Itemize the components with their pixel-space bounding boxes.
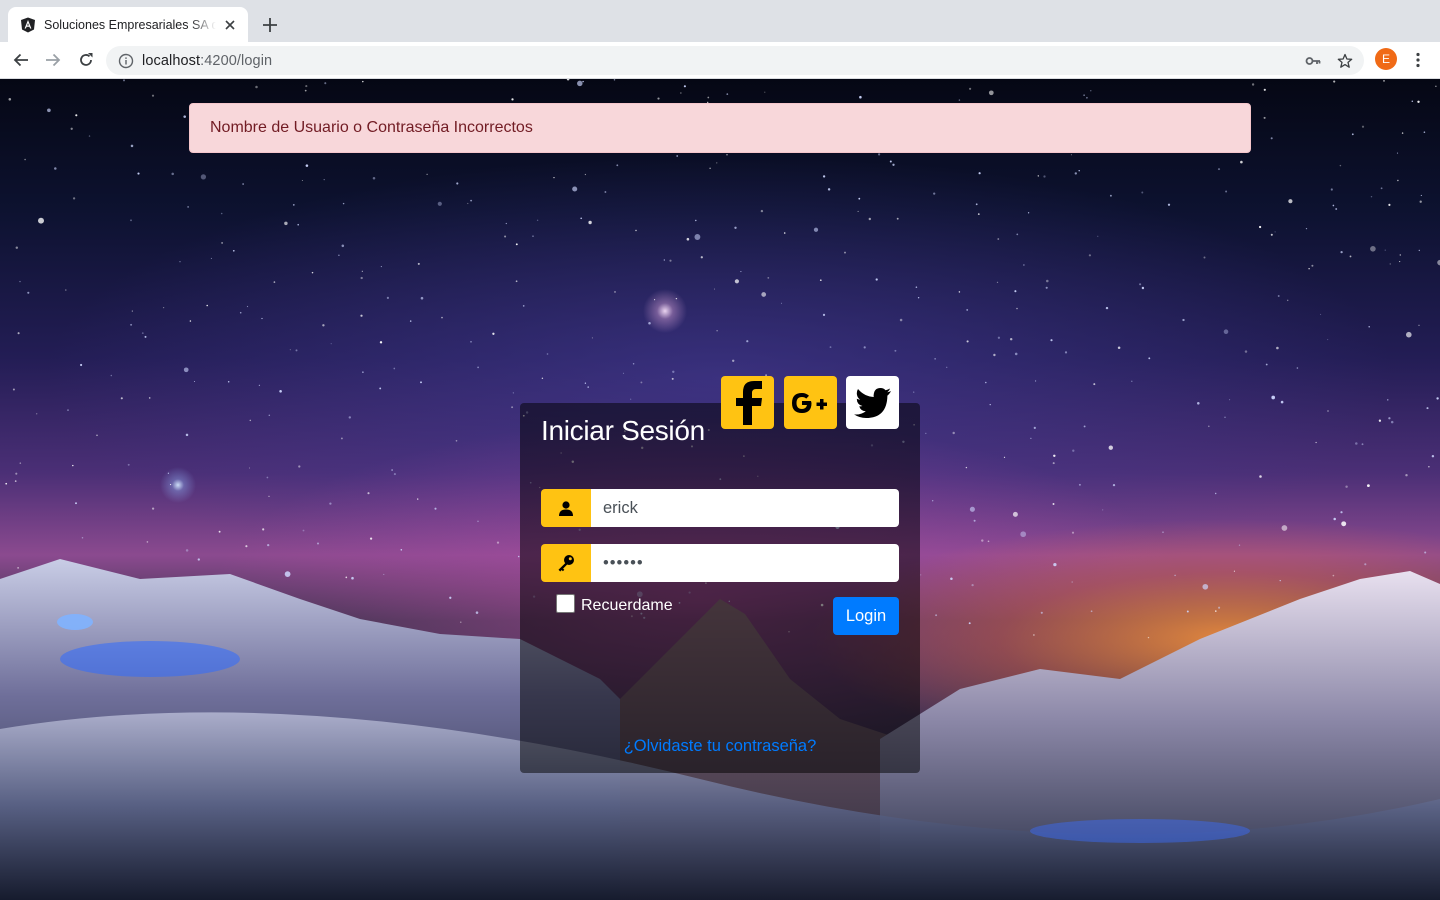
facebook-button[interactable] (721, 376, 774, 429)
twitter-icon (853, 387, 891, 418)
error-alert: Nombre de Usuario o Contraseña Incorrect… (189, 103, 1251, 153)
google-plus-button[interactable] (784, 376, 837, 429)
browser-tab-active[interactable]: Soluciones Empresariales SA de CV (8, 7, 248, 42)
profile-avatar[interactable]: E (1375, 48, 1397, 70)
angular-favicon-icon (20, 17, 36, 33)
url-host: localhost (142, 52, 201, 69)
facebook-icon (735, 380, 762, 425)
username-group (541, 489, 899, 527)
remember-checkbox[interactable] (556, 593, 575, 613)
twitter-button[interactable] (846, 376, 899, 429)
password-input[interactable] (591, 544, 899, 582)
remember-label: Recuerdame (581, 597, 673, 614)
url-text: localhost:4200/login (142, 53, 272, 69)
plus-icon[interactable] (258, 13, 282, 37)
page-viewport: Nombre de Usuario o Contraseña Incorrect… (0, 79, 1440, 900)
username-input[interactable] (591, 489, 899, 527)
key-icon[interactable] (1302, 50, 1324, 72)
login-card: Iniciar Sesión erick •••••• Recuerdame L… (520, 376, 920, 773)
url-path: :4200/login (200, 52, 273, 69)
user-icon (541, 489, 591, 527)
login-title: Iniciar Sesión (541, 415, 705, 446)
tab-title: Soluciones Empresariales SA de CV (44, 17, 216, 32)
browser-toolbar: localhost:4200/login (0, 42, 1440, 79)
key-icon (541, 544, 591, 582)
login-button[interactable]: Login (833, 597, 899, 635)
info-icon[interactable] (118, 53, 134, 69)
star-icon[interactable] (1334, 50, 1356, 72)
back-arrow-icon[interactable] (8, 47, 34, 73)
password-group (541, 544, 899, 582)
forward-arrow-icon[interactable] (40, 47, 66, 73)
kebab-menu-icon[interactable] (1408, 48, 1428, 72)
remember-me[interactable]: Recuerdame (556, 593, 673, 615)
address-bar[interactable]: localhost:4200/login (106, 46, 1364, 75)
browser-tabstrip: Soluciones Empresariales SA de CV (0, 0, 1440, 42)
google-plus-icon (791, 392, 827, 413)
reload-icon[interactable] (73, 47, 99, 73)
forgot-password-link[interactable]: ¿Olvidaste tu contraseña? (520, 737, 920, 756)
close-icon[interactable] (222, 17, 238, 33)
